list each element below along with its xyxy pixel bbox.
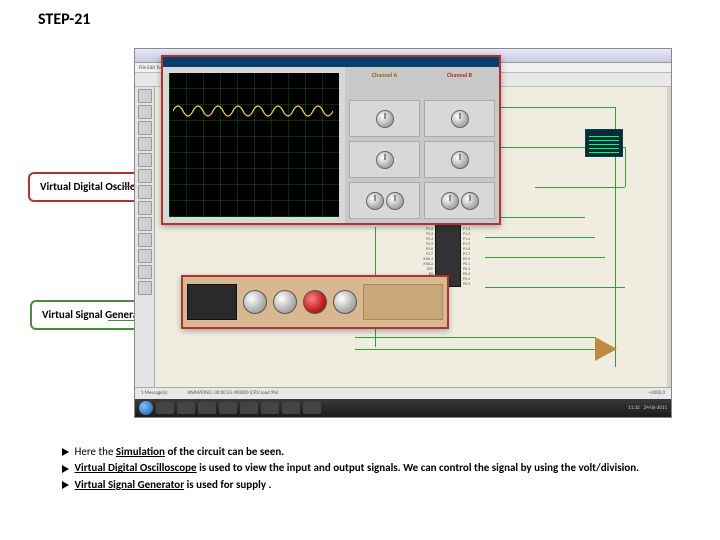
ch-b-position-knob[interactable] [424,100,495,137]
taskbar-item[interactable] [261,402,279,414]
taskbar-item[interactable] [240,402,258,414]
status-messages: 1 Message(s) [141,390,168,397]
clock-date: 24-06-2011 [644,405,667,411]
note1-simulation: Simulation [116,445,165,458]
opamp-component [595,337,617,361]
sig-gen-amplitude-knob[interactable] [303,290,327,314]
sig-gen-freq-knob[interactable] [243,290,267,314]
bullet-notes: Here the Simulation of the circuit can b… [62,444,690,493]
trigger-knob[interactable] [424,182,495,219]
note1-part-c: of the circuit can be seen. [165,445,284,458]
oscilloscope-screen [169,73,339,217]
timebase-knob[interactable] [349,182,420,219]
taskbar-item[interactable] [282,402,300,414]
note2-term: Virtual Digital Oscilloscope [75,461,197,474]
clock-time: 11:32 [628,405,639,411]
note3-rest: is used for supply . [184,478,271,491]
chip-pin-labels-right: P1.0 P1.1 P1.2 P1.3 P1.4 P1.5 P1.6 P1.7 … [463,217,487,287]
ch-a-position-knob[interactable] [349,100,420,137]
oscilloscope-controls: Channel A Channel B [345,67,499,223]
bullet-arrow-icon [62,465,69,473]
taskbar-item[interactable] [303,402,321,414]
status-animating: ANIMATING: 00:00:25.400000 (CPU load 9%) [188,390,279,397]
windows-taskbar: 11:32 24-06-2011 [135,399,671,417]
taskbar-item[interactable] [219,402,237,414]
taskbar-item[interactable] [156,402,174,414]
note2-rest: is used to view the input and output sig… [197,461,640,474]
status-coord: +2000.0 [649,390,665,397]
ch-b-volts-div-knob[interactable] [424,141,495,178]
taskbar-item[interactable] [177,402,195,414]
app-statusbar: 1 Message(s) ANIMATING: 00:00:25.400000 … [135,387,671,399]
sig-gen-range-knob[interactable] [273,290,297,314]
oscilloscope-component [585,129,623,157]
channel-a-label: Channel A [349,71,420,96]
note1-part-a: Here the [75,445,116,458]
sig-gen-offset-knob[interactable] [333,290,357,314]
channel-b-label: Channel B [424,71,495,96]
start-button[interactable] [139,401,153,415]
bullet-arrow-icon [62,448,69,456]
simulator-screenshot: File Edit Tools Design Graph Source Debu… [134,48,672,418]
bullet-arrow-icon [62,481,69,489]
note3-term: Virtual Signal Generator [75,478,185,491]
taskbar-item[interactable] [198,402,216,414]
sig-gen-output-panel [363,284,443,320]
sig-gen-display [187,284,237,320]
oscilloscope-titlebar [163,57,499,67]
waveform-trace [173,101,333,121]
oscilloscope-instrument-window: Channel A Channel B [161,55,501,225]
step-title: STEP-21 [38,10,90,29]
ch-a-volts-div-knob[interactable] [349,141,420,178]
signal-generator-instrument-window [181,275,449,329]
tool-palette [135,87,155,387]
